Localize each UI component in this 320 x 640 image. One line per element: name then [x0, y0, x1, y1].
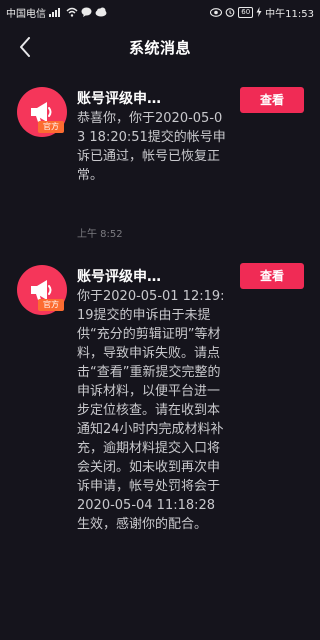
page-title: 系统消息 [128, 38, 191, 57]
wifi-icon [66, 7, 78, 17]
carrier-label: 中国电信 [6, 8, 46, 20]
status-left: 中国电信 [6, 5, 107, 20]
message-title: 账号评级申… [77, 91, 161, 107]
screen: 中国电信 60 中午11:53 系统消息 官方 账号评级申… 恭喜你，你于202… [0, 0, 320, 640]
message-item: 官方 账号评级申… 你于2020-05-01 12:19:19提交的申诉由于未提… [0, 262, 320, 640]
header: 系统消息 [0, 24, 320, 70]
view-button[interactable]: 查看 [240, 87, 304, 113]
official-badge: 官方 [38, 121, 64, 133]
message-time: 上午 8:52 [77, 229, 123, 240]
chevron-left-icon [19, 37, 31, 57]
eye-icon [210, 7, 223, 17]
alarm-icon [225, 7, 235, 17]
status-right: 60 中午11:53 [210, 5, 314, 20]
clock-label: 中午11:53 [265, 8, 314, 20]
status-bar: 中国电信 60 中午11:53 [0, 0, 320, 24]
cloud-icon [95, 7, 107, 17]
message-item: 官方 账号评级申… 恭喜你，你于2020-05-03 18:20:51提交的帐号… [0, 84, 320, 244]
battery-indicator: 60 [238, 6, 254, 18]
back-button[interactable] [10, 32, 40, 62]
message-bubble-icon [81, 7, 92, 17]
charging-icon [256, 7, 262, 17]
message-body: 你于2020-05-01 12:19:19提交的申诉由于未提供“充分的剪辑证明”… [77, 289, 225, 532]
view-button[interactable]: 查看 [240, 263, 304, 289]
signal-4g-icon [49, 7, 63, 17]
official-badge: 官方 [38, 299, 64, 311]
message-title: 账号评级申… [77, 269, 161, 285]
message-body: 恭喜你，你于2020-05-03 18:20:51提交的帐号申诉已通过，帐号已恢… [77, 111, 226, 183]
